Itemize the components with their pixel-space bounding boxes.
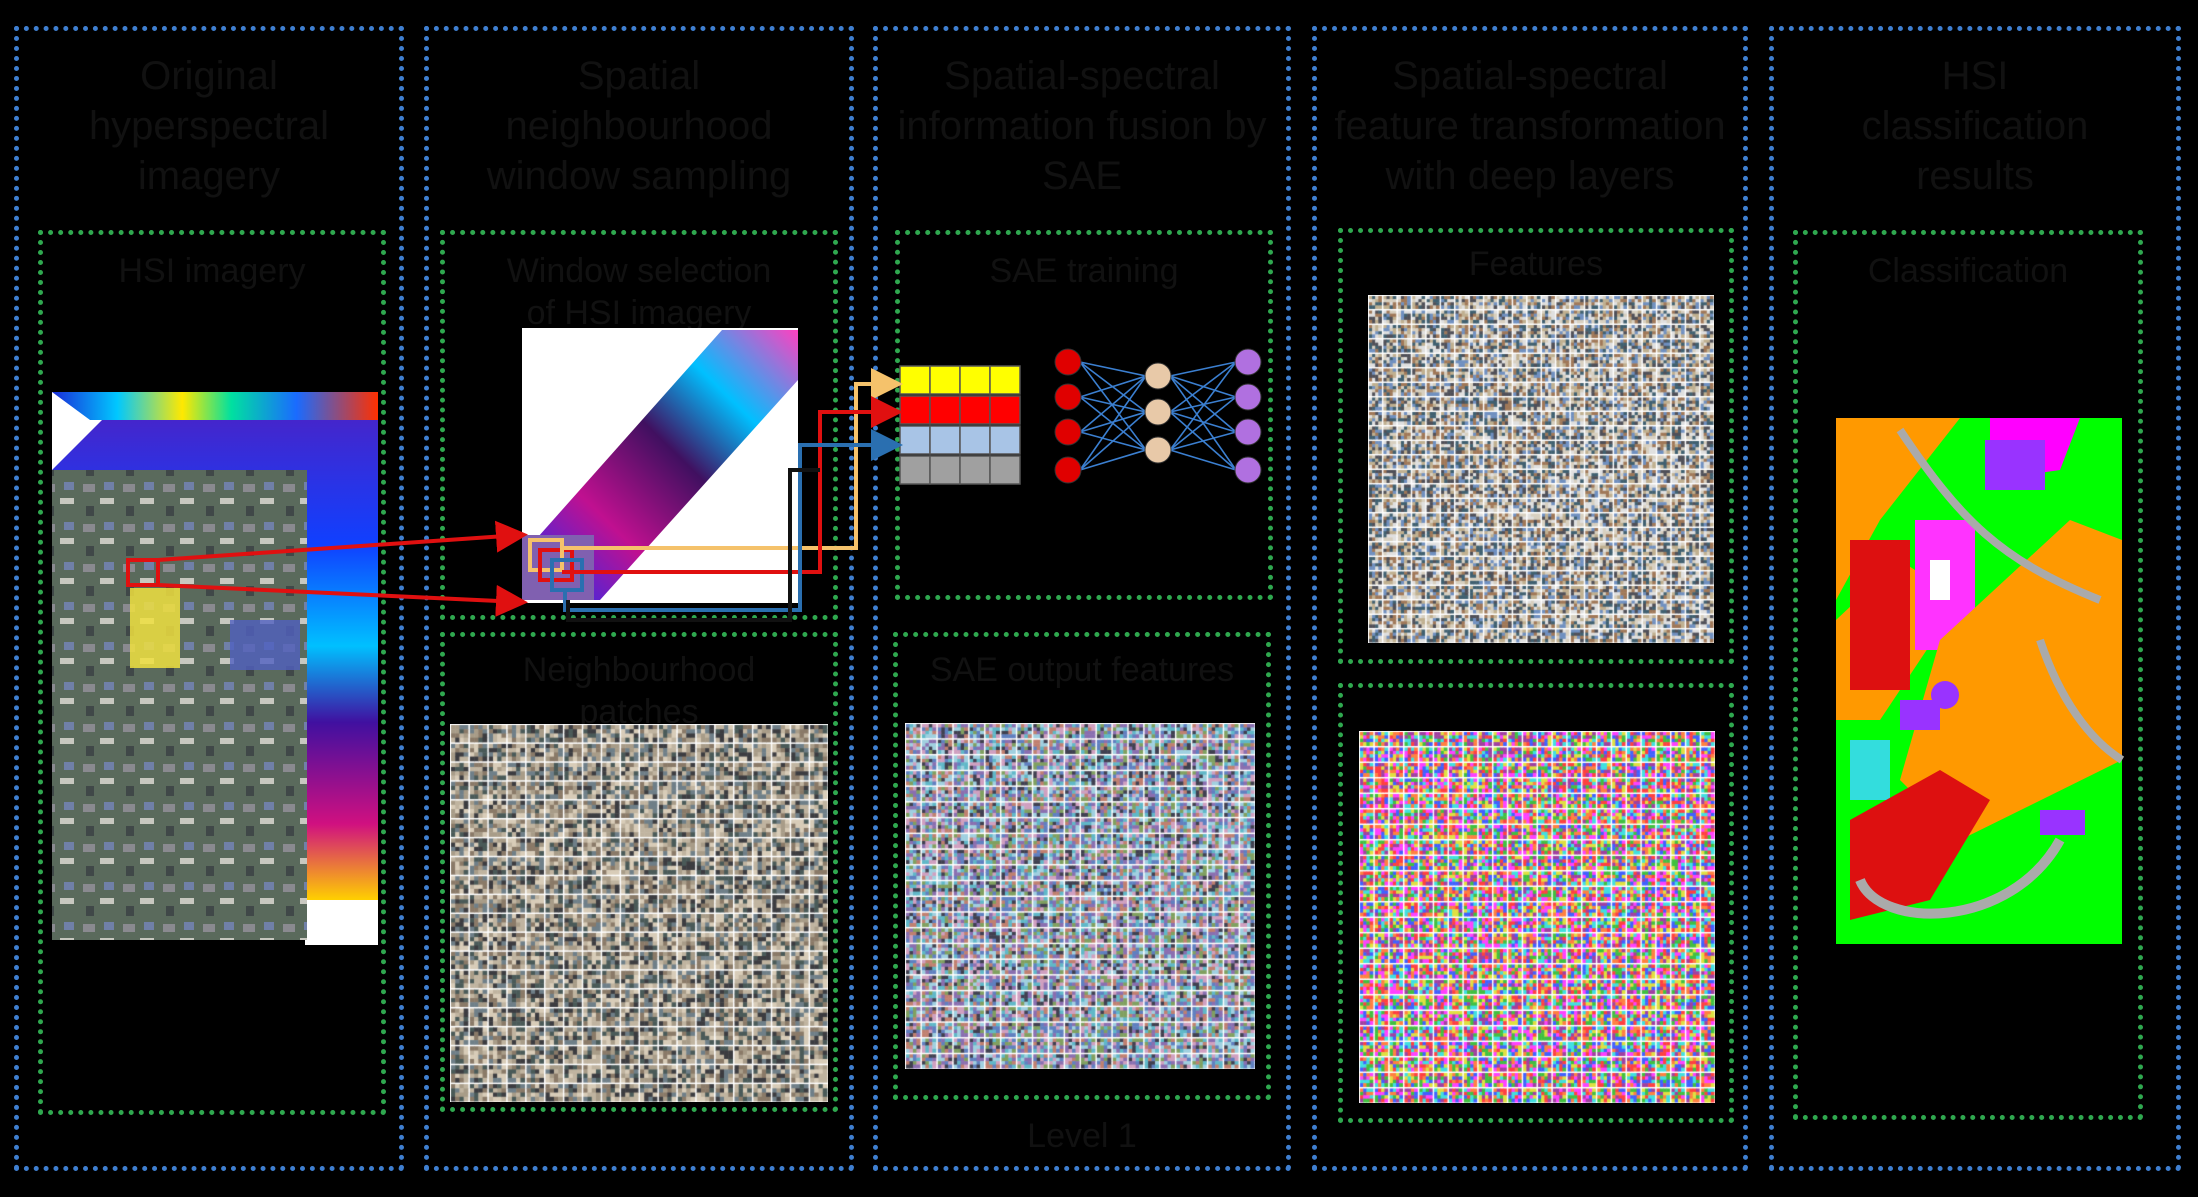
- connecting-arrows: [157, 368, 903, 622]
- pipeline-diagram: Original hyperspectral imagery HSI image…: [0, 0, 2198, 1197]
